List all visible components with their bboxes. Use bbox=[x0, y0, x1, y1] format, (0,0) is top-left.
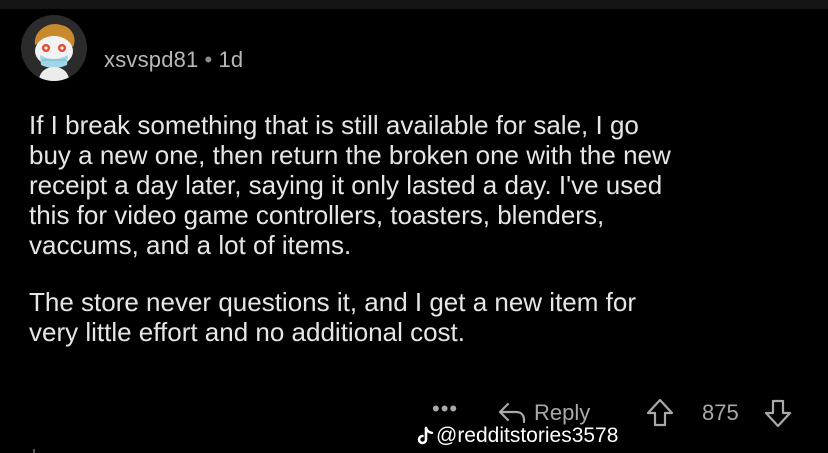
comment-paragraph: If I break something that is still avail… bbox=[29, 110, 671, 260]
upvote-button[interactable] bbox=[646, 398, 674, 433]
divider-tick bbox=[33, 449, 35, 453]
downvote-button[interactable] bbox=[764, 398, 792, 433]
username-link[interactable]: xsvspd81 bbox=[104, 47, 199, 72]
vote-count: 875 bbox=[702, 400, 739, 425]
comment-age: 1d bbox=[218, 47, 244, 72]
downvote-arrow-icon bbox=[764, 399, 792, 428]
top-bar bbox=[0, 0, 828, 9]
comment-body: If I break something that is still avail… bbox=[29, 110, 819, 374]
tiktok-logo-icon bbox=[417, 426, 434, 445]
more-options-button[interactable]: ••• bbox=[432, 396, 458, 422]
tiktok-watermark: @redditstories3578 bbox=[416, 424, 618, 448]
comment-meta: xsvspd81 • 1d bbox=[104, 47, 243, 73]
reply-arrow-icon bbox=[498, 402, 526, 424]
comment-actions: ••• Reply 875 bbox=[0, 396, 828, 432]
watermark-handle: @redditstories3578 bbox=[436, 424, 619, 447]
meta-separator: • bbox=[204, 47, 213, 72]
user-avatar[interactable] bbox=[21, 15, 87, 81]
reply-label: Reply bbox=[534, 400, 591, 425]
upvote-arrow-icon bbox=[646, 398, 674, 427]
snoo-avatar-icon bbox=[21, 15, 87, 81]
comment-paragraph: The store never questions it, and I get … bbox=[29, 287, 636, 347]
